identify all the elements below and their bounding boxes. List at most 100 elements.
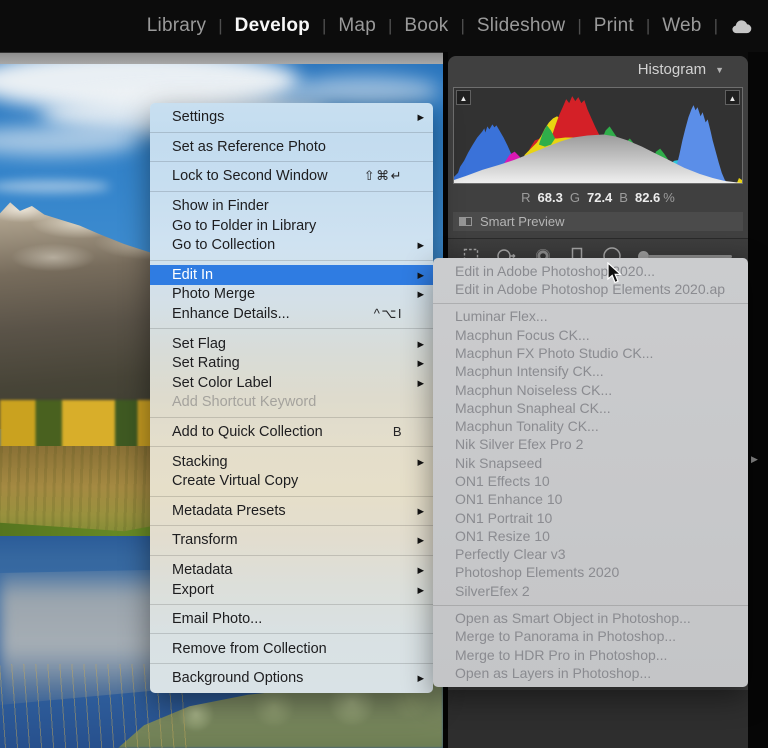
menu-item-label: Edit in Adobe Photoshop 2020... bbox=[455, 264, 726, 280]
menu-item-macphun-intensify-ck: Macphun Intensify CK... bbox=[433, 363, 748, 381]
submenu-arrow-icon: ▶ bbox=[411, 532, 425, 548]
nav-tabs: Library|Develop|Map|Book|Slideshow|Print… bbox=[140, 15, 709, 37]
menu-item-set-flag[interactable]: Set Flag▶ bbox=[150, 334, 433, 354]
menu-separator bbox=[150, 328, 433, 329]
menu-item-shortcut: ⇧⌘↵ bbox=[364, 168, 403, 184]
menu-item-label: Go to Collection bbox=[172, 237, 411, 253]
menu-item-perfectly-clear-v3: Perfectly Clear v3 bbox=[433, 546, 748, 564]
menu-item-lock-to-second-window[interactable]: Lock to Second Window⇧⌘↵ bbox=[150, 167, 433, 187]
lightroom-app: Library|Develop|Map|Book|Slideshow|Print… bbox=[0, 0, 768, 748]
photo-cloud bbox=[290, 76, 440, 106]
nav-separator: | bbox=[646, 16, 650, 36]
submenu-arrow-icon: ▶ bbox=[411, 336, 425, 352]
submenu-arrow-icon: ▶ bbox=[411, 109, 425, 125]
menu-item-label: Merge to HDR Pro in Photoshop... bbox=[455, 648, 726, 664]
menu-item-export[interactable]: Export▶ bbox=[150, 580, 433, 600]
menu-item-edit-in[interactable]: Edit In▶ bbox=[150, 265, 433, 285]
menu-item-on1-resize-10: ON1 Resize 10 bbox=[433, 527, 748, 545]
menu-item-label: Transform bbox=[172, 532, 411, 548]
menu-item-label: Lock to Second Window bbox=[172, 168, 364, 184]
menu-item-macphun-noiseless-ck: Macphun Noiseless CK... bbox=[433, 381, 748, 399]
menu-item-label: Go to Folder in Library bbox=[172, 218, 411, 234]
cloud-sync-icon[interactable] bbox=[729, 17, 754, 36]
menu-item-label: Open as Layers in Photoshop... bbox=[455, 666, 726, 682]
menu-item-go-to-collection[interactable]: Go to Collection▶ bbox=[150, 235, 433, 255]
menu-item-open-as-layers-in-photoshop: Open as Layers in Photoshop... bbox=[433, 664, 748, 682]
menu-item-stacking[interactable]: Stacking▶ bbox=[150, 452, 433, 472]
percent-label: % bbox=[663, 190, 675, 205]
menu-item-metadata-presets[interactable]: Metadata Presets▶ bbox=[150, 501, 433, 521]
menu-item-remove-from-collection[interactable]: Remove from Collection bbox=[150, 639, 433, 659]
menu-item-add-to-quick-collection[interactable]: Add to Quick CollectionB bbox=[150, 422, 433, 442]
menu-item-label: Edit in Adobe Photoshop Elements 2020.ap… bbox=[455, 282, 726, 298]
submenu-arrow-icon: ▶ bbox=[411, 355, 425, 371]
submenu-arrow-icon: ▶ bbox=[411, 267, 425, 283]
menu-separator bbox=[150, 663, 433, 664]
menu-item-transform[interactable]: Transform▶ bbox=[150, 531, 433, 551]
nav-tab-library[interactable]: Library bbox=[147, 15, 206, 37]
menu-item-photoshop-elements-2020: Photoshop Elements 2020 bbox=[433, 564, 748, 582]
menu-item-shortcut: ^⌥I bbox=[374, 306, 403, 322]
b-label: B bbox=[619, 190, 628, 205]
menu-item-label: Enhance Details... bbox=[172, 306, 374, 322]
nav-separator: | bbox=[461, 16, 465, 36]
menu-item-settings[interactable]: Settings▶ bbox=[150, 108, 433, 128]
menu-item-label: Macphun Tonality CK... bbox=[455, 419, 726, 435]
menu-separator bbox=[433, 605, 748, 606]
menu-item-label: Add Shortcut Keyword bbox=[172, 394, 411, 410]
menu-item-nik-snapseed: Nik Snapseed bbox=[433, 454, 748, 472]
menu-separator bbox=[150, 525, 433, 526]
smart-preview-bar[interactable]: Smart Preview bbox=[453, 212, 743, 231]
submenu-arrow-icon: ▶ bbox=[411, 582, 425, 598]
menu-item-label: Add to Quick Collection bbox=[172, 424, 393, 440]
shadow-clipping-indicator[interactable]: ▲ bbox=[456, 90, 471, 105]
nav-tab-slideshow[interactable]: Slideshow bbox=[477, 15, 565, 37]
menu-item-set-as-reference-photo[interactable]: Set as Reference Photo bbox=[150, 137, 433, 157]
menu-item-label: Macphun Intensify CK... bbox=[455, 364, 726, 380]
menu-item-enhance-details[interactable]: Enhance Details...^⌥I bbox=[150, 304, 433, 324]
menu-separator bbox=[150, 446, 433, 447]
nav-tab-book[interactable]: Book bbox=[404, 15, 448, 37]
photo-cloud bbox=[0, 126, 140, 156]
rgb-readout: R 68.3 G 72.4 B 82.6 % bbox=[448, 190, 748, 205]
menu-item-create-virtual-copy[interactable]: Create Virtual Copy bbox=[150, 471, 433, 491]
menu-item-label: Merge to Panorama in Photoshop... bbox=[455, 629, 726, 645]
histogram-chart[interactable]: ▲ ▲ bbox=[453, 87, 743, 184]
menu-item-edit-in-adobe-photoshop-2020: Edit in Adobe Photoshop 2020... bbox=[433, 263, 748, 281]
menu-item-photo-merge[interactable]: Photo Merge▶ bbox=[150, 285, 433, 305]
menu-separator bbox=[150, 604, 433, 605]
menu-item-background-options[interactable]: Background Options▶ bbox=[150, 669, 433, 689]
menu-item-set-color-label[interactable]: Set Color Label▶ bbox=[150, 373, 433, 393]
menu-item-label: Edit In bbox=[172, 267, 411, 283]
menu-item-email-photo[interactable]: Email Photo... bbox=[150, 609, 433, 629]
histogram-panel-header[interactable]: Histogram ▼ bbox=[448, 56, 748, 83]
menu-item-label: Photo Merge bbox=[172, 286, 411, 302]
top-scroll-strip[interactable] bbox=[0, 52, 443, 64]
menu-item-label: Email Photo... bbox=[172, 611, 411, 627]
nav-tab-develop[interactable]: Develop bbox=[235, 15, 310, 37]
menu-item-label: ON1 Enhance 10 bbox=[455, 492, 726, 508]
menu-separator bbox=[150, 417, 433, 418]
nav-tab-map[interactable]: Map bbox=[338, 15, 376, 37]
menu-separator bbox=[433, 303, 748, 304]
nav-tab-print[interactable]: Print bbox=[594, 15, 634, 37]
highlight-clipping-indicator[interactable]: ▲ bbox=[725, 90, 740, 105]
menu-item-show-in-finder[interactable]: Show in Finder bbox=[150, 196, 433, 216]
chevron-down-icon[interactable]: ▼ bbox=[715, 65, 724, 75]
menu-item-go-to-folder-in-library[interactable]: Go to Folder in Library bbox=[150, 216, 433, 236]
menu-item-nik-silver-efex-pro-2: Nik Silver Efex Pro 2 bbox=[433, 436, 748, 454]
menu-item-metadata[interactable]: Metadata▶ bbox=[150, 560, 433, 580]
r-label: R bbox=[521, 190, 530, 205]
menu-item-merge-to-hdr-pro-in-photoshop: Merge to HDR Pro in Photoshop... bbox=[433, 646, 748, 664]
panel-collapse-arrow[interactable]: ▶ bbox=[751, 454, 758, 465]
submenu-arrow-icon: ▶ bbox=[411, 375, 425, 391]
menu-item-label: Set Color Label bbox=[172, 375, 411, 391]
submenu-arrow-icon: ▶ bbox=[411, 286, 425, 302]
menu-item-label: Set Flag bbox=[172, 336, 411, 352]
menu-item-label: Stacking bbox=[172, 454, 411, 470]
menu-item-label: Nik Snapseed bbox=[455, 456, 726, 472]
menu-item-set-rating[interactable]: Set Rating▶ bbox=[150, 353, 433, 373]
nav-tab-web[interactable]: Web bbox=[662, 15, 701, 37]
nav-separator: | bbox=[218, 16, 222, 36]
menu-item-on1-effects-10: ON1 Effects 10 bbox=[433, 473, 748, 491]
